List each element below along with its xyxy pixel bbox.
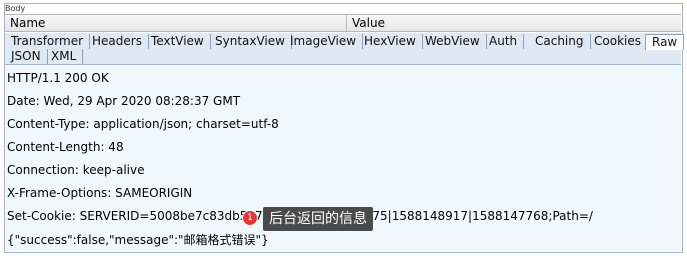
status-line: HTTP/1.1 200 OK <box>7 71 109 85</box>
tab-cookies[interactable]: Cookies <box>588 34 648 49</box>
annotation-badge: 1 <box>243 211 257 225</box>
section-label: Body <box>5 4 26 13</box>
inspector-tab-bar: Transformer Headers TextView SyntaxView … <box>5 33 685 65</box>
response-body: {"success":false,"message":"邮箱格式错误"} <box>7 233 269 247</box>
tab-caching[interactable]: Caching <box>529 34 591 49</box>
header-content-length: Content-Length: 48 <box>7 140 124 154</box>
annotation-callout: 后台返回的信息 <box>263 207 373 231</box>
tab-textview[interactable]: TextView <box>145 34 211 49</box>
name-column-header[interactable]: Name <box>10 16 45 30</box>
column-divider[interactable] <box>346 15 347 31</box>
tab-syntaxview[interactable]: SyntaxView <box>209 34 292 49</box>
header-connection: Connection: keep-alive <box>7 163 145 177</box>
tab-imageview[interactable]: ImageView <box>284 34 364 49</box>
tab-hexview[interactable]: HexView <box>358 34 423 49</box>
tab-auth[interactable]: Auth <box>483 34 525 49</box>
tab-raw[interactable]: Raw <box>645 34 685 50</box>
tab-headers[interactable]: Headers <box>86 34 149 49</box>
header-date: Date: Wed, 29 Apr 2020 08:28:37 GMT <box>7 94 241 108</box>
value-column-header[interactable]: Value <box>352 16 385 30</box>
tab-json[interactable]: JSON <box>5 49 48 64</box>
tab-webview[interactable]: WebView <box>419 34 487 49</box>
header-x-frame-options: X-Frame-Options: SAMEORIGIN <box>7 186 193 200</box>
header-content-type: Content-Type: application/json; charset=… <box>7 117 279 131</box>
tab-transformer[interactable]: Transformer <box>5 34 91 49</box>
column-header-row: Name Value <box>5 14 681 32</box>
tab-xml[interactable]: XML <box>45 49 84 64</box>
